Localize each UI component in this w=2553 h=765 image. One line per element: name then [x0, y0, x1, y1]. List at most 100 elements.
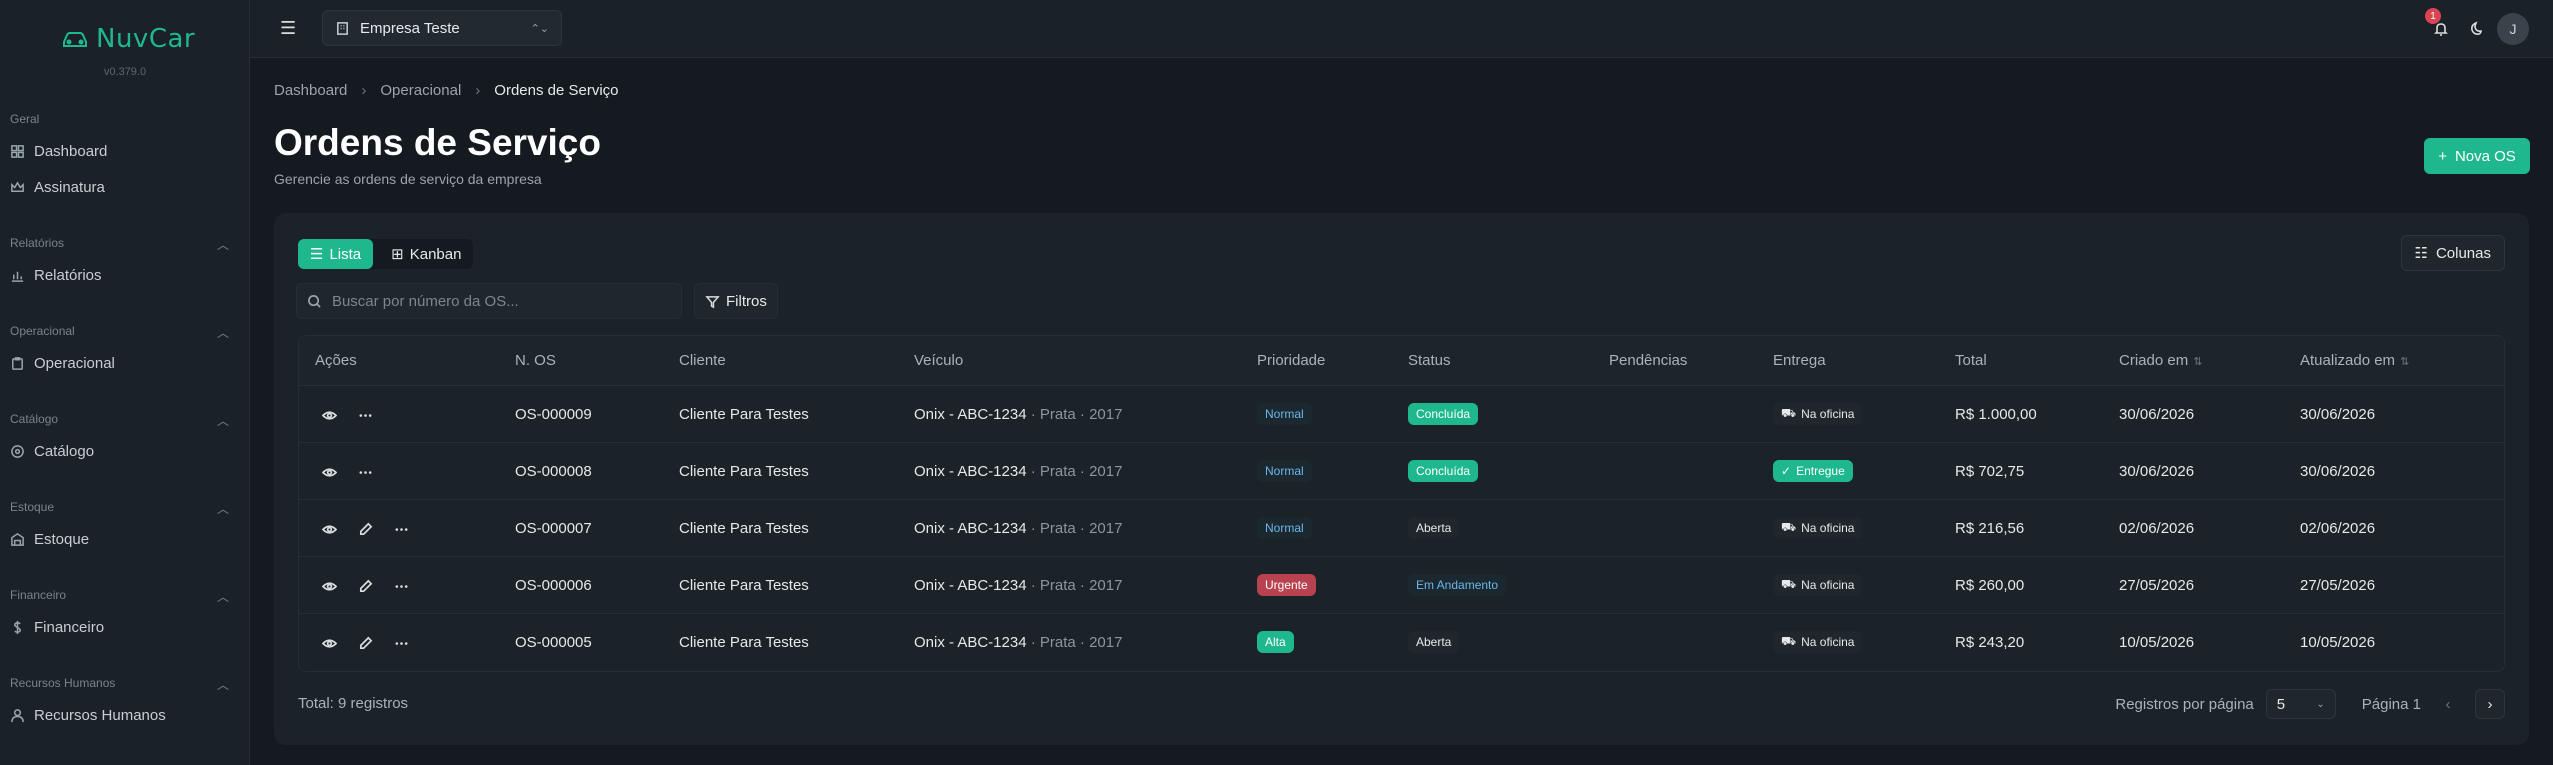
- sidebar-item-label: Recursos Humanos: [34, 707, 166, 724]
- dollar-icon: [14, 620, 21, 635]
- chevron-up-icon[interactable]: ︿: [217, 588, 229, 605]
- chevron-up-icon[interactable]: ︿: [217, 236, 229, 253]
- priority-badge: Normal: [1257, 403, 1312, 425]
- cell-total: R$ 260,00: [1955, 577, 2025, 594]
- table-row[interactable]: OS-000007 Cliente Para Testes Onix - ABC-1…: [299, 500, 2504, 557]
- more-icon[interactable]: [390, 518, 412, 540]
- view-kanban-button[interactable]: ⊞ Kanban: [379, 239, 473, 269]
- chevron-up-icon[interactable]: ︿: [217, 676, 229, 693]
- view-icon[interactable]: [318, 461, 340, 483]
- th-status: Status: [1408, 352, 1451, 369]
- filters-label: Filtros: [726, 292, 767, 310]
- cell-criado: 10/05/2026: [2119, 634, 2195, 651]
- edit-icon[interactable]: [354, 518, 376, 540]
- total-records: Total: 9 registros: [298, 695, 409, 712]
- view-kanban-label: Kanban: [409, 245, 462, 263]
- chevron-right-icon: ›: [2487, 695, 2493, 713]
- edit-icon[interactable]: [354, 632, 376, 654]
- notification-badge: 1: [2425, 8, 2441, 24]
- delivery-label: Na oficina: [1801, 407, 1855, 421]
- cell-criado: 02/06/2026: [2119, 520, 2195, 537]
- more-icon[interactable]: [390, 632, 412, 654]
- cell-os[interactable]: OS-000005: [515, 634, 592, 651]
- th-atualizado[interactable]: Atualizado em ⇅: [2300, 352, 2409, 369]
- chevron-down-icon: ⌄: [2316, 698, 2325, 710]
- prev-page-button[interactable]: ‹: [2433, 689, 2463, 719]
- page-indicator: Página 1: [2361, 695, 2421, 713]
- chevron-up-icon[interactable]: ︿: [217, 412, 229, 429]
- chevron-right-icon: ›: [361, 82, 367, 99]
- search-box: [296, 283, 682, 319]
- sidebar-item-label: Assinatura: [34, 179, 105, 196]
- status-badge: Concluída: [1408, 403, 1479, 425]
- cell-os[interactable]: OS-000009: [515, 406, 592, 423]
- th-total: Total: [1955, 352, 1987, 369]
- sidebar-item-financeiro[interactable]: Financeiro: [10, 619, 104, 636]
- th-atualizado-label: Atualizado em: [2300, 352, 2396, 369]
- view-icon[interactable]: [318, 575, 340, 597]
- sidebar-group-catalogo[interactable]: Catálogo: [10, 412, 58, 426]
- cell-atualizado: 30/06/2026: [2300, 406, 2376, 423]
- moon-icon[interactable]: [2464, 16, 2490, 42]
- sidebar-item-recursos-humanos[interactable]: Recursos Humanos: [10, 707, 166, 724]
- breadcrumb: Dashboard › Operacional › Ordens de Serv…: [274, 82, 619, 99]
- sidebar-item-assinatura[interactable]: Assinatura: [10, 179, 105, 196]
- chevron-up-icon[interactable]: ︿: [217, 500, 229, 517]
- sidebar-group-estoque[interactable]: Estoque: [10, 500, 54, 514]
- app-version: v0.379.0: [103, 66, 147, 78]
- edit-icon[interactable]: [354, 575, 376, 597]
- new-os-button[interactable]: + Nova OS: [2424, 138, 2530, 174]
- pagination: Registros por página 5 ⌄ Página 1 ‹ ›: [2115, 689, 2505, 719]
- delivery-label: Entregue: [1796, 464, 1845, 478]
- search-input[interactable]: [331, 292, 671, 310]
- status-badge: Em Andamento: [1408, 574, 1507, 596]
- cell-criado: 27/05/2026: [2119, 577, 2195, 594]
- table-row[interactable]: OS-000006 Cliente Para Testes Onix - ABC-1…: [299, 557, 2504, 614]
- columns-button[interactable]: ☷ Colunas: [2400, 235, 2505, 271]
- sidebar-group-operacional[interactable]: Operacional: [10, 324, 75, 338]
- per-page-select[interactable]: 5 ⌄: [2265, 689, 2336, 719]
- more-icon[interactable]: [354, 461, 376, 483]
- sidebar-group-relatorios[interactable]: Relatórios: [10, 236, 64, 250]
- cell-os[interactable]: OS-000008: [515, 463, 592, 480]
- view-icon[interactable]: [318, 518, 340, 540]
- breadcrumb-item-dashboard[interactable]: Dashboard: [274, 82, 347, 99]
- company-selector[interactable]: Empresa Teste ⌃⌄: [322, 10, 562, 46]
- more-icon[interactable]: [354, 404, 376, 426]
- table-row[interactable]: OS-000009 Cliente Para Testes Onix - ABC-1…: [299, 386, 2504, 443]
- table-row[interactable]: OS-000005 Cliente Para Testes Onix - ABC-1…: [299, 614, 2504, 671]
- cell-cliente: Cliente Para Testes: [679, 577, 809, 594]
- menu-toggle-icon[interactable]: ☰: [280, 18, 302, 40]
- table-row[interactable]: OS-000008 Cliente Para Testes Onix - ABC-1…: [299, 443, 2504, 500]
- logo[interactable]: NuvCar: [60, 24, 195, 54]
- avatar[interactable]: J: [2497, 13, 2529, 45]
- filter-icon: [705, 295, 720, 308]
- sidebar-group-financeiro[interactable]: Financeiro: [10, 588, 66, 602]
- view-list-button[interactable]: ☰ Lista: [298, 239, 374, 269]
- status-badge: Aberta: [1408, 517, 1460, 539]
- next-page-button[interactable]: ›: [2475, 689, 2505, 719]
- view-icon[interactable]: [318, 632, 340, 654]
- cell-os[interactable]: OS-000007: [515, 520, 592, 537]
- filters-button[interactable]: Filtros: [694, 283, 778, 319]
- delivery-badge: ⛟ Na oficina: [1773, 403, 1863, 425]
- view-icon[interactable]: [318, 404, 340, 426]
- chevron-up-icon[interactable]: ︿: [217, 324, 229, 341]
- sidebar-item-label: Dashboard: [34, 143, 108, 160]
- sidebar-item-dashboard[interactable]: Dashboard: [10, 143, 107, 160]
- sidebar-item-catalogo[interactable]: Catálogo: [10, 443, 94, 460]
- sidebar-item-relatorios[interactable]: Relatórios: [10, 267, 102, 284]
- priority-badge: Urgente: [1257, 574, 1316, 596]
- cell-os[interactable]: OS-000006: [515, 577, 592, 594]
- breadcrumb-item-operacional[interactable]: Operacional: [380, 82, 461, 99]
- orders-card: ☰ Lista ⊞ Kanban ☷ Colunas Filtros Ações…: [274, 213, 2529, 745]
- view-toggle: ☰ Lista ⊞ Kanban: [298, 239, 474, 269]
- sidebar-group-rh[interactable]: Recursos Humanos: [10, 676, 115, 690]
- more-icon[interactable]: [390, 575, 412, 597]
- sidebar-item-operacional[interactable]: Operacional: [10, 355, 115, 372]
- delivery-badge: ✓ Entregue: [1773, 460, 1853, 482]
- page-title: Ordens de Serviço: [274, 122, 601, 163]
- th-criado[interactable]: Criado em ⇅: [2119, 352, 2202, 369]
- sidebar-item-estoque[interactable]: Estoque: [10, 531, 89, 548]
- th-entrega: Entrega: [1773, 352, 1826, 369]
